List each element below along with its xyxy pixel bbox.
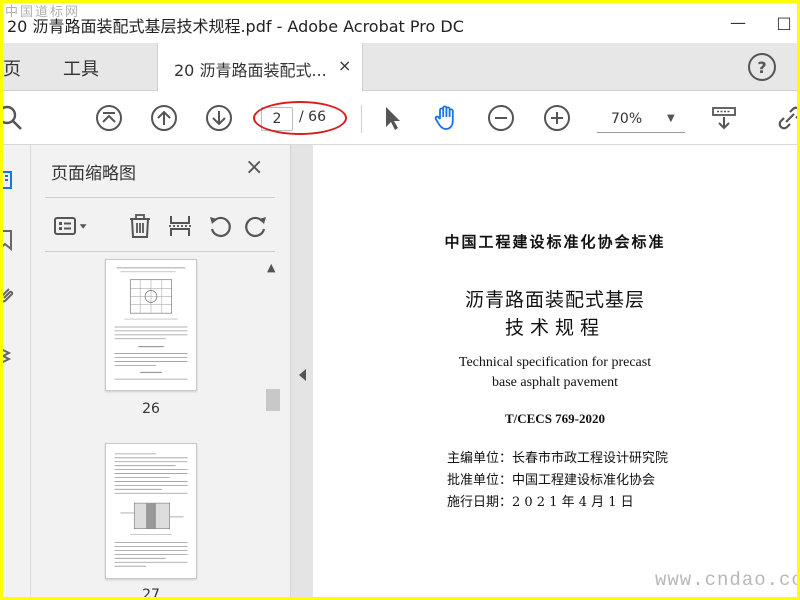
- close-panel-icon[interactable]: ×: [245, 155, 263, 180]
- thumbnail-page-number: 26: [142, 401, 160, 417]
- first-page-icon[interactable]: [94, 103, 124, 133]
- scrollbar-thumb[interactable]: [266, 389, 280, 411]
- thumbnail-scrollbar[interactable]: ▲: [263, 259, 283, 597]
- previous-page-icon[interactable]: [149, 103, 179, 133]
- minimize-icon[interactable]: —: [715, 3, 761, 41]
- attachments-icon[interactable]: [3, 279, 29, 313]
- tab-bar: 主页 工具 20 沥青路面装配式... × ?: [3, 43, 797, 91]
- page-display-icon[interactable]: [709, 103, 739, 133]
- close-tab-icon[interactable]: ×: [338, 56, 351, 75]
- doc-title-line2: 技术规程: [504, 317, 605, 339]
- restore-icon[interactable]: □: [761, 3, 797, 41]
- select-cursor-icon[interactable]: [377, 103, 407, 133]
- toolbar-divider: [361, 105, 362, 133]
- zoom-out-icon[interactable]: [486, 103, 516, 133]
- hand-tool-icon[interactable]: [431, 103, 461, 133]
- editor-unit: 主编单位：长春市市政工程设计研究院: [447, 451, 669, 466]
- menu-home[interactable]: 主页: [3, 55, 21, 81]
- thumbnail-page-27[interactable]: [105, 443, 197, 579]
- panel-title: 页面缩略图: [51, 164, 136, 184]
- link-icon[interactable]: [775, 103, 797, 133]
- rotate-right-icon[interactable]: [241, 211, 271, 241]
- zoom-in-icon[interactable]: [542, 103, 572, 133]
- layers-icon[interactable]: [3, 339, 29, 373]
- options-chevron-icon[interactable]: [77, 211, 91, 241]
- bookmarks-icon[interactable]: [3, 223, 29, 257]
- delete-icon[interactable]: [125, 211, 155, 241]
- chevron-down-icon: ▼: [667, 113, 675, 124]
- doc-english-title-line1: Technical specification for precast: [458, 355, 652, 370]
- extract-pages-icon[interactable]: [165, 211, 195, 241]
- document-page: 中国工程建设标准化协会标准 沥青路面装配式基层 技术规程 Technical s…: [313, 145, 797, 597]
- panel-collapse-bar[interactable]: [291, 145, 313, 597]
- panel-toolbar: [45, 205, 275, 245]
- search-icon[interactable]: [3, 103, 25, 133]
- thumbnails-panel: 页面缩略图 × 26 27 ▲: [31, 145, 291, 597]
- scroll-up-icon[interactable]: ▲: [267, 261, 275, 274]
- next-page-icon[interactable]: [204, 103, 234, 133]
- page-26-preview-icon: [114, 267, 188, 380]
- navigation-rail: [3, 145, 31, 597]
- tab-document[interactable]: 20 沥青路面装配式... ×: [157, 43, 363, 91]
- page-27-preview-icon: [114, 453, 188, 567]
- rotate-left-icon[interactable]: [205, 211, 235, 241]
- thumbnail-page-26[interactable]: [105, 259, 197, 391]
- panel-divider: [45, 197, 275, 198]
- toolbar: 2 / 66 70% ▼: [3, 91, 797, 145]
- thumbnail-page-number: 27: [142, 587, 160, 597]
- zoom-select[interactable]: 70% ▼: [597, 105, 685, 133]
- page-thumbnails-icon[interactable]: [3, 163, 29, 197]
- standard-number: T/CECS 769-2020: [504, 411, 606, 426]
- menu-tools[interactable]: 工具: [63, 55, 99, 81]
- window-title: 20 沥青路面装配式基层技术规程.pdf - Adobe Acrobat Pro…: [7, 17, 464, 36]
- org-header: 中国工程建设标准化协会标准: [444, 233, 666, 251]
- panel-divider: [45, 251, 275, 252]
- acrobat-window: 中国道标网 20 沥青路面装配式基层技术规程.pdf - Adobe Acrob…: [3, 3, 797, 597]
- highlight-ellipse: [253, 101, 347, 135]
- watermark-bottom: www.cndao.com: [655, 569, 797, 591]
- doc-title-line1: 沥青路面装配式基层: [464, 289, 645, 311]
- help-icon[interactable]: ?: [748, 53, 776, 81]
- tab-document-label: 20 沥青路面装配式...: [174, 61, 327, 80]
- effective-date: 施行日期：2 0 2 1 年 4 月 1 日: [447, 495, 634, 510]
- title-bar: 中国道标网 20 沥青路面装配式基层技术规程.pdf - Adobe Acrob…: [3, 3, 797, 43]
- zoom-value: 70%: [611, 111, 643, 127]
- approval-unit: 批准单位：中国工程建设标准化协会: [447, 473, 656, 488]
- doc-english-title-line2: base asphalt pavement: [492, 375, 618, 390]
- collapse-arrow-icon[interactable]: [299, 369, 306, 381]
